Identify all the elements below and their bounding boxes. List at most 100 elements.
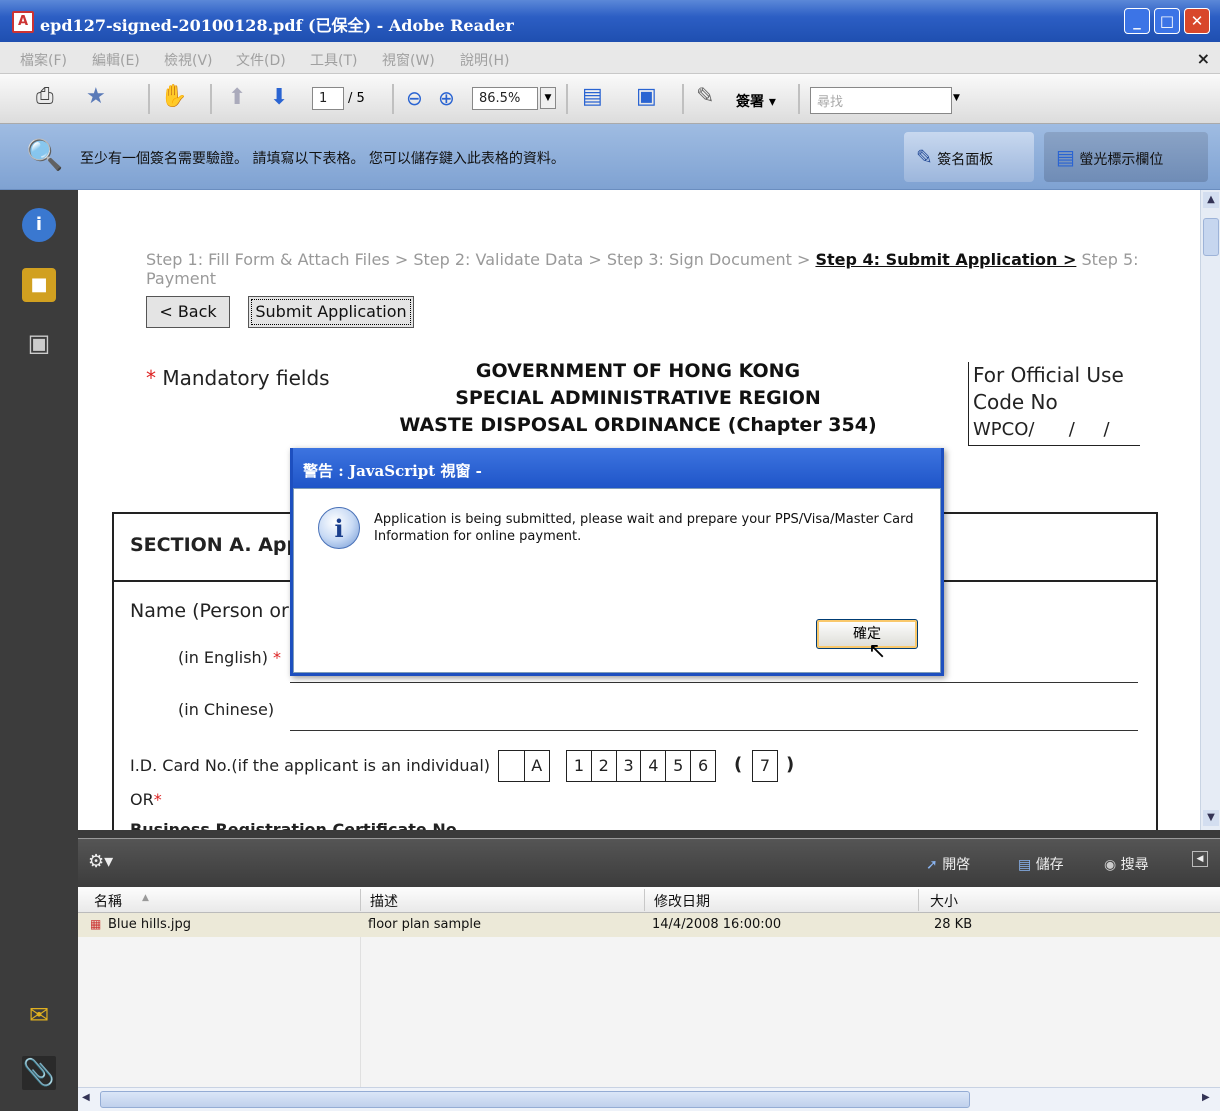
id-check-digit-box[interactable]: 7 xyxy=(752,750,778,782)
zoom-input[interactable]: 86.5% xyxy=(472,87,538,110)
id-paren-open: ( xyxy=(734,754,743,775)
steps-1-3: Step 1: Fill Form & Attach Files > Step … xyxy=(146,250,816,269)
scroll-down-icon[interactable]: ▼ xyxy=(1203,810,1219,826)
mandatory-label: Mandatory fields xyxy=(162,366,330,390)
highlight-fields-label: 螢光標示欄位 xyxy=(1079,152,1164,168)
highlight-icon: ▤ xyxy=(1056,145,1075,169)
signature-icon: ✎ xyxy=(916,145,933,169)
search-label: 搜尋 xyxy=(1120,857,1149,873)
close-button[interactable]: ✕ xyxy=(1184,8,1210,34)
print-icon[interactable]: ⎙ xyxy=(36,86,54,108)
english-name-field[interactable] xyxy=(290,682,1138,683)
heading-region: SPECIAL ADMINISTRATIVE REGION xyxy=(455,387,821,409)
attachments-column-header: 名稱 ▲ 描述 修改日期 大小 xyxy=(78,887,1220,913)
step-4-current: Step 4: Submit Application > xyxy=(815,250,1077,269)
id-letter-boxes[interactable]: A xyxy=(498,750,550,782)
heading-government: GOVERNMENT OF HONG KONG xyxy=(475,360,801,382)
column-modified[interactable]: 修改日期 xyxy=(654,891,710,911)
in-english-text: (in English) xyxy=(178,648,268,667)
back-button[interactable]: < Back xyxy=(146,296,230,328)
menu-file[interactable]: 檔案(F) xyxy=(20,50,67,70)
scroll-up-icon[interactable]: ▲ xyxy=(1203,192,1219,208)
save-attachment-button[interactable]: ▤ 儲存 xyxy=(1018,854,1064,874)
lock-icon[interactable]: ■ xyxy=(22,268,56,302)
id-digit: 2 xyxy=(592,751,617,781)
column-size[interactable]: 大小 xyxy=(930,891,958,911)
page-total: / 5 xyxy=(348,91,365,106)
menu-view[interactable]: 檢視(V) xyxy=(164,50,213,70)
hand-icon[interactable]: ✋ xyxy=(160,86,187,108)
required-asterisk: * xyxy=(146,366,156,390)
ok-button[interactable]: 確定 xyxy=(816,619,918,649)
section-a-title: SECTION A. Appl xyxy=(130,534,307,556)
pdf-icon: A xyxy=(12,11,34,33)
menu-close-icon[interactable]: × xyxy=(1197,49,1210,68)
collapse-panel-icon[interactable]: ◀ xyxy=(1192,851,1208,867)
binoculars-icon: ◉ xyxy=(1104,857,1117,873)
fit-page-icon[interactable]: ▣ xyxy=(636,86,657,108)
info-icon[interactable]: i xyxy=(22,208,56,242)
options-gear-icon[interactable]: ⚙▾ xyxy=(88,851,113,872)
scroll-right-icon[interactable]: ▶ xyxy=(1202,1092,1210,1103)
chinese-name-field[interactable] xyxy=(290,730,1138,731)
menu-help[interactable]: 說明(H) xyxy=(460,50,509,70)
save-label: 儲存 xyxy=(1035,857,1064,873)
pages-icon[interactable]: ▣ xyxy=(22,326,56,360)
open-label: 開啓 xyxy=(942,857,971,873)
horizontal-scrollbar[interactable]: ◀ ▶ xyxy=(78,1087,1220,1111)
previous-page-icon[interactable]: ⬆ xyxy=(228,87,246,109)
comments-icon[interactable]: ✉ xyxy=(22,998,56,1032)
signature-panel-label: 簽名面板 xyxy=(937,152,994,168)
title-bar: A epd127-signed-20100128.pdf (已保全) - Ado… xyxy=(0,0,1220,42)
window-title: epd127-signed-20100128.pdf (已保全) - Adobe… xyxy=(40,16,514,35)
column-name[interactable]: 名稱 xyxy=(94,891,122,911)
minimize-button[interactable]: _ xyxy=(1124,8,1150,34)
fit-width-icon[interactable]: ▤ xyxy=(582,86,603,108)
zoom-out-icon[interactable]: ⊖ xyxy=(406,88,423,108)
attachment-paperclip-icon[interactable]: 📎 xyxy=(22,1056,56,1090)
code-no-label: Code No xyxy=(973,390,1058,414)
scroll-left-icon[interactable]: ◀ xyxy=(82,1092,90,1103)
required-asterisk: * xyxy=(153,790,162,809)
document-message-bar: 🔍 至少有一個簽名需要驗證。 請填寫以下表格。 您可以儲存鍵入此表格的資料。 ✎… xyxy=(0,124,1220,190)
zoom-dropdown-icon[interactable]: ▼ xyxy=(540,87,556,109)
menu-tools[interactable]: 工具(T) xyxy=(310,50,357,70)
horizontal-scroll-thumb[interactable] xyxy=(100,1091,970,1108)
id-digit-boxes[interactable]: 1 2 3 4 5 6 xyxy=(566,750,716,782)
menu-window[interactable]: 視窗(W) xyxy=(382,50,435,70)
open-attachment-button[interactable]: ➚ 開啓 xyxy=(926,854,970,874)
or-text: OR xyxy=(130,790,154,809)
highlight-fields-button[interactable]: ▤ 螢光標示欄位 xyxy=(1044,132,1208,182)
search-attachment-button[interactable]: ◉ 搜尋 xyxy=(1104,854,1149,874)
scroll-thumb[interactable] xyxy=(1203,218,1219,256)
sort-ascending-icon: ▲ xyxy=(142,893,149,903)
maximize-button[interactable]: □ xyxy=(1154,8,1180,34)
id-digit: 4 xyxy=(641,751,667,781)
id-digit: 6 xyxy=(697,756,709,775)
zoom-in-icon[interactable]: ⊕ xyxy=(438,88,455,108)
id-digit: 1 xyxy=(567,751,592,781)
menu-edit[interactable]: 編輯(E) xyxy=(92,50,140,70)
page-number-input[interactable]: 1 xyxy=(312,87,344,110)
pen-sign-icon[interactable]: ✎ xyxy=(696,86,714,108)
submit-application-button[interactable]: Submit Application xyxy=(248,296,414,328)
menu-document[interactable]: 文件(D) xyxy=(236,50,286,70)
name-label: Name (Person or xyxy=(130,600,289,622)
share-icon[interactable]: ★ xyxy=(86,86,106,108)
mouse-pointer-icon: ↖ xyxy=(868,639,887,664)
column-description[interactable]: 描述 xyxy=(370,891,398,911)
vertical-scrollbar[interactable]: ▲ ▼ xyxy=(1200,190,1220,830)
sign-menu[interactable]: 簽署 ▾ xyxy=(736,91,776,111)
or-label: OR* xyxy=(130,790,162,809)
official-use-box: For Official Use Code No WPCO/ / / xyxy=(968,362,1140,446)
table-row[interactable]: ▦ Blue hills.jpg floor plan sample 14/4/… xyxy=(78,913,1220,937)
search-dropdown-icon[interactable]: ▼ xyxy=(953,87,967,109)
official-use-label: For Official Use xyxy=(973,363,1124,387)
signature-panel-button[interactable]: ✎ 簽名面板 xyxy=(904,132,1034,182)
information-icon: i xyxy=(318,507,360,549)
dialog-message: Application is being submitted, please w… xyxy=(374,512,914,544)
next-page-icon[interactable]: ⬇ xyxy=(270,87,288,109)
jpg-file-icon: ▦ xyxy=(90,917,102,931)
id-paren-close: ) xyxy=(786,754,795,775)
search-input[interactable]: 尋找 xyxy=(810,87,952,114)
